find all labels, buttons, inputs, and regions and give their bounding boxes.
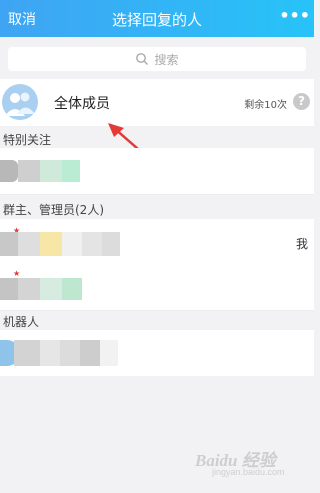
blurred-name bbox=[18, 160, 40, 182]
search-icon bbox=[136, 53, 149, 65]
blurred-name bbox=[82, 232, 102, 256]
blurred-name bbox=[62, 278, 82, 300]
remaining-count: 剩余10次 bbox=[244, 100, 287, 111]
watermark-url: jingyan.baidu.com bbox=[212, 467, 285, 477]
list-item[interactable]: ★ 我 bbox=[0, 219, 314, 265]
avatar bbox=[0, 160, 18, 182]
blurred-name bbox=[60, 340, 80, 366]
section-admins-title: 群主、管理员(2人) bbox=[3, 203, 104, 217]
blurred-name bbox=[14, 340, 40, 366]
help-icon[interactable]: ? bbox=[293, 93, 310, 110]
group-avatar-icon bbox=[2, 84, 38, 120]
top-bar: 取消 选择回复的人 ••• bbox=[0, 0, 314, 37]
blurred-name bbox=[40, 340, 60, 366]
avatar bbox=[0, 232, 18, 256]
list-item[interactable] bbox=[0, 330, 314, 376]
blurred-name bbox=[40, 160, 62, 182]
avatar bbox=[0, 278, 18, 300]
blurred-name bbox=[102, 232, 120, 256]
blurred-name bbox=[62, 232, 82, 256]
section-special-title: 特别关注 bbox=[3, 133, 52, 147]
blurred-name bbox=[40, 278, 62, 300]
more-icon[interactable]: ••• bbox=[279, 6, 310, 25]
blurred-name bbox=[40, 232, 62, 256]
admin-star-icon: ★ bbox=[13, 269, 21, 278]
list-item[interactable] bbox=[0, 148, 314, 195]
page-title: 选择回复的人 bbox=[111, 11, 202, 29]
search-placeholder: 搜索 bbox=[154, 52, 179, 67]
search-input[interactable]: 搜索 bbox=[8, 47, 306, 71]
list-item[interactable]: ★ bbox=[0, 264, 314, 311]
blurred-name bbox=[62, 160, 80, 182]
blurred-name bbox=[18, 278, 40, 300]
blurred-name bbox=[18, 232, 40, 256]
me-label: 我 bbox=[295, 237, 308, 251]
section-robots-title: 机器人 bbox=[3, 315, 40, 329]
all-members-label: 全体成员 bbox=[54, 96, 110, 112]
blurred-name bbox=[100, 340, 118, 366]
blurred-name bbox=[80, 340, 100, 366]
search-area: 搜索 bbox=[0, 37, 314, 77]
